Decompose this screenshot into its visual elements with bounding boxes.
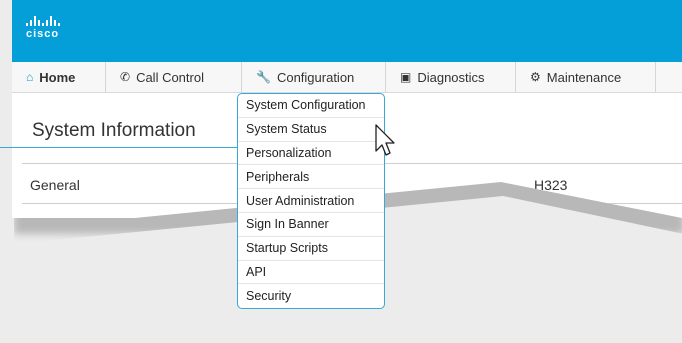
menu-item-security[interactable]: Security (238, 284, 384, 308)
home-icon: ⌂ (26, 70, 34, 84)
menu-item-api[interactable]: API (238, 261, 384, 285)
nav-diagnostics-label: Diagnostics (417, 69, 485, 85)
phone-icon: ✆ (120, 70, 131, 84)
gear-icon: ⚙ (530, 70, 541, 84)
menu-item-personalization[interactable]: Personalization (238, 142, 384, 166)
page-title: System Information (32, 120, 196, 141)
nav-maintenance[interactable]: ⚙ Maintenance (516, 62, 656, 92)
nav-configuration-label: Configuration (276, 69, 355, 85)
menu-item-startup-scripts[interactable]: Startup Scripts (238, 237, 384, 261)
menu-item-system-status[interactable]: System Status (238, 118, 384, 142)
mouse-pointer-icon (375, 124, 395, 156)
wrench-icon: 🔧 (256, 70, 271, 84)
nav-call-control[interactable]: ✆ Call Control (106, 62, 242, 92)
cisco-logo-bars (26, 16, 60, 26)
menu-item-system-configuration[interactable]: System Configuration (238, 94, 384, 118)
cisco-logo-text: cisco (26, 28, 60, 40)
nav-diagnostics[interactable]: ▣ Diagnostics (386, 62, 516, 92)
callout-line (0, 147, 237, 148)
toolbox-icon: ▣ (400, 70, 412, 84)
menu-item-peripherals[interactable]: Peripherals (238, 165, 384, 190)
nav-configuration[interactable]: 🔧 Configuration (242, 62, 386, 92)
main-nav: ⌂ Home ✆ Call Control 🔧 Configuration ▣ … (12, 62, 682, 93)
menu-item-user-administration[interactable]: User Administration (238, 189, 384, 213)
cisco-logo[interactable]: cisco (26, 16, 60, 40)
section-general: General (30, 177, 80, 193)
nav-maintenance-label: Maintenance (546, 69, 622, 85)
nav-home[interactable]: ⌂ Home (12, 62, 106, 92)
top-bar: cisco (12, 0, 682, 62)
configuration-dropdown: System Configuration System Status Perso… (237, 93, 385, 310)
nav-call-control-label: Call Control (136, 69, 204, 85)
nav-home-label: Home (39, 69, 76, 85)
menu-item-sign-in-banner[interactable]: Sign In Banner (238, 213, 384, 237)
